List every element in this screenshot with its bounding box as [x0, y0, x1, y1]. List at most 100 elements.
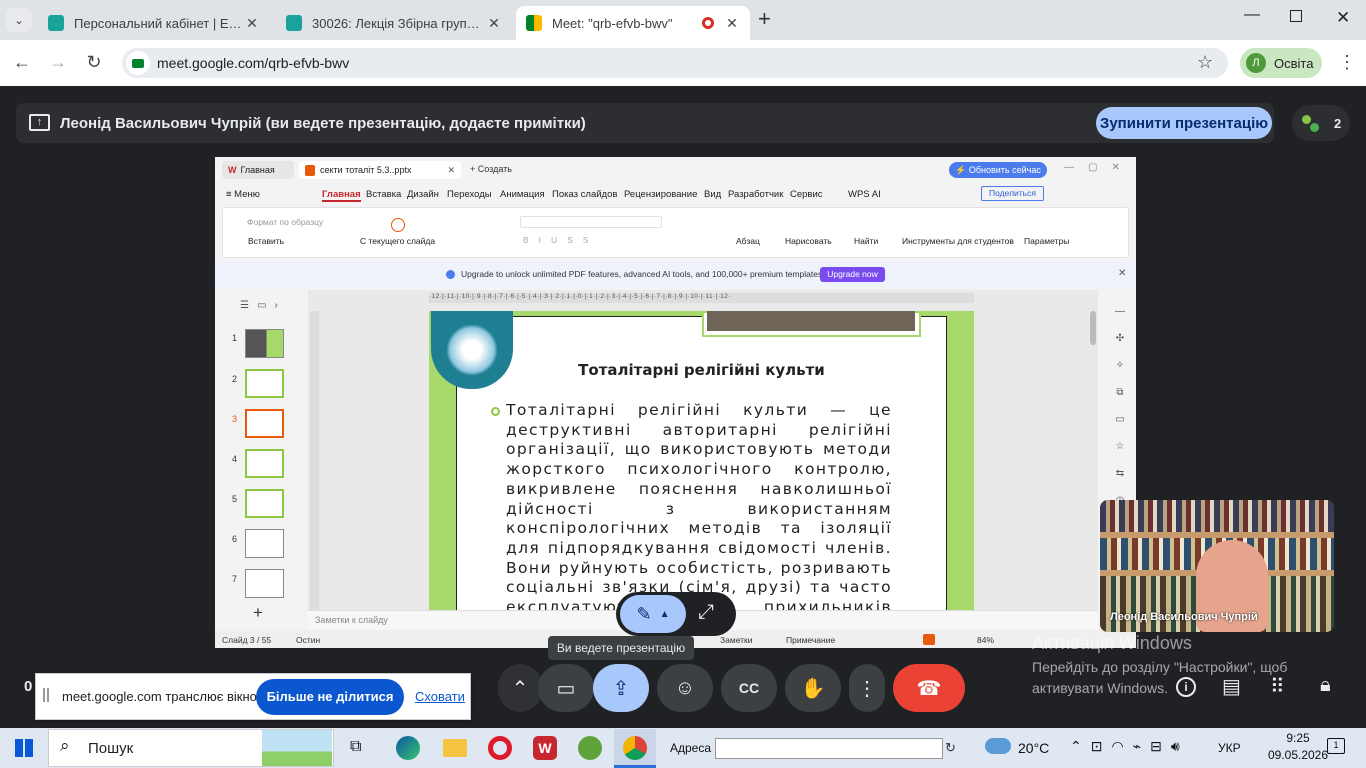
wps-taskbar-icon[interactable]: W [533, 736, 557, 760]
close-tab-icon[interactable]: ✕ [244, 15, 260, 32]
slide-thumbnail[interactable] [245, 489, 284, 518]
annotate-button[interactable]: ✎ ▲ [620, 595, 686, 633]
menu-design[interactable]: Дизайн [407, 189, 439, 200]
edge-icon[interactable] [396, 736, 420, 760]
close-upgrade-icon[interactable]: ✕ [1118, 268, 1126, 279]
wps-doc-tab[interactable]: секти тоталіт 5.3..pptx ✕ [299, 161, 461, 179]
utorrent-icon[interactable] [578, 736, 602, 760]
menu-wps-ai[interactable]: WPS AI [848, 189, 881, 200]
paragraph-button[interactable]: Абзац [736, 236, 760, 246]
present-now-button[interactable]: ⇪ [593, 664, 649, 712]
tab-lecture[interactable]: 30026: Лекція Збірна група ДБ ✕ [276, 6, 512, 40]
profile-chip[interactable]: Л Освіта [1240, 48, 1322, 78]
wps-menu-button[interactable]: ≡ Меню [226, 189, 260, 200]
status-slide-counter: Слайд 3 / 55 [222, 635, 272, 645]
restore-icon[interactable] [1290, 10, 1302, 22]
menu-review[interactable]: Рецензирование [624, 189, 697, 200]
slideshow-play-icon[interactable] [923, 634, 935, 645]
input-language[interactable]: УКР [1218, 741, 1241, 755]
stop-sharing-button[interactable]: Більше не ділитися [256, 679, 404, 715]
back-icon[interactable]: ← [10, 52, 34, 73]
address-toolbar-input[interactable] [715, 738, 943, 759]
notes-placeholder: Заметки к слайду [315, 615, 388, 625]
slide-thumbnail[interactable] [245, 449, 284, 478]
canvas-scrollbar[interactable] [1090, 311, 1096, 345]
task-view-icon[interactable]: ⧉ [350, 738, 361, 756]
bookmark-star-icon[interactable]: ☆ [1197, 52, 1213, 73]
slide-thumbnail[interactable] [245, 369, 284, 398]
notifications-icon[interactable]: 1 [1327, 738, 1345, 754]
leave-call-button[interactable]: ☎ [893, 664, 965, 712]
menu-home[interactable]: Главная [322, 189, 361, 202]
status-notes-button[interactable]: Заметки [720, 635, 753, 645]
fullscreen-icon[interactable]: ⤢ [698, 601, 714, 624]
panel-view-icons[interactable]: ☰▭› [240, 300, 286, 311]
menu-animation[interactable]: Анимация [500, 189, 545, 200]
add-slide-button[interactable]: + [253, 603, 263, 623]
upgrade-icon [446, 270, 455, 279]
site-icon [286, 15, 302, 31]
url-text: meet.google.com/qrb-efvb-bwv [157, 55, 350, 71]
wps-update-button[interactable]: ⚡ Обновить сейчас [949, 162, 1047, 178]
tray-icons[interactable]: ⌃⊡◠⌁⊟🔊︎ [1070, 738, 1189, 755]
format-painter-button[interactable]: Формат по образцу [247, 217, 323, 227]
address-go-icon[interactable]: ↻ [945, 740, 956, 756]
slide-title: Тоталітарні релігійні культи [578, 361, 825, 379]
slide-thumbnail[interactable] [245, 329, 284, 358]
new-tab-button[interactable]: + [758, 6, 771, 32]
more-options-up-button[interactable]: ⌃ [498, 664, 542, 712]
participants-button[interactable]: 2 [1292, 105, 1350, 141]
close-tab-icon[interactable]: ✕ [486, 15, 502, 32]
close-window-icon[interactable]: ✕ [1336, 8, 1350, 28]
menu-insert[interactable]: Вставка [366, 189, 401, 200]
draw-button[interactable]: Нарисовать [785, 236, 832, 246]
ribbon [222, 207, 1129, 258]
more-options-button[interactable]: ⋮ [849, 664, 885, 712]
menu-service[interactable]: Сервис [790, 189, 823, 200]
raise-hand-button[interactable]: ✋ [785, 664, 841, 712]
stop-presenting-button[interactable]: Зупинити презентацію [1096, 107, 1272, 139]
from-current-slide-button[interactable]: С текущего слайда [360, 236, 435, 246]
emoji-button[interactable]: ☺ [657, 664, 713, 712]
menu-transitions[interactable]: Переходы [447, 189, 492, 200]
tab-cabinet[interactable]: Персональний кабінет | Е-нав ✕ [38, 6, 270, 40]
share-button[interactable]: Поделиться [981, 186, 1044, 201]
wps-home-tab[interactable]: W Главная [222, 161, 294, 179]
file-explorer-icon[interactable] [443, 739, 467, 757]
tab-meet[interactable]: Meet: "qrb-efvb-bwv" ✕ [516, 6, 750, 40]
search-icon: ⌕ [60, 736, 70, 755]
forward-icon[interactable]: → [46, 52, 70, 73]
meet-site-icon [126, 51, 150, 75]
wps-window-controls[interactable]: —▢✕ [1064, 162, 1134, 173]
slide-thumbnail[interactable] [245, 569, 284, 598]
opera-icon[interactable] [488, 736, 512, 760]
status-comment-button[interactable]: Примечание [786, 635, 835, 645]
close-tab-icon[interactable]: ✕ [724, 15, 740, 32]
slide-thumbnail[interactable] [245, 529, 284, 558]
browser-menu-icon[interactable]: ⋮ [1338, 52, 1356, 73]
clock-date[interactable]: 09.05.2026 [1265, 748, 1331, 762]
student-tools-button[interactable]: Инструменты для студентов [902, 236, 1014, 246]
slide-thumbnail-active[interactable] [245, 409, 284, 438]
menu-view[interactable]: Вид [704, 189, 721, 200]
hide-notification-link[interactable]: Сховати [415, 689, 465, 704]
clock-time[interactable]: 9:25 [1268, 731, 1328, 745]
minimize-icon[interactable]: — [1244, 6, 1260, 24]
wps-create-tab[interactable]: + Создать [470, 164, 512, 174]
close-doc-icon[interactable]: ✕ [447, 165, 455, 176]
paste-button[interactable]: Вставить [248, 236, 284, 246]
captions-button[interactable]: CC [721, 664, 777, 712]
drag-handle-icon[interactable] [43, 688, 49, 702]
menu-slideshow[interactable]: Показ слайдов [552, 189, 617, 200]
upgrade-now-button[interactable]: Upgrade now [820, 267, 885, 282]
slide-number: 7 [232, 574, 238, 584]
tab-search-button[interactable]: ⌄ [6, 8, 32, 32]
reload-icon[interactable]: ↻ [82, 52, 106, 73]
start-icon[interactable] [15, 739, 33, 757]
camera-button[interactable]: ▭ [538, 664, 594, 712]
parameters-button[interactable]: Параметры [1024, 236, 1069, 246]
play-icon [391, 218, 405, 232]
find-button[interactable]: Найти [854, 236, 878, 246]
menu-developer[interactable]: Разработчик [728, 189, 783, 200]
sidebar-tool-icons[interactable]: —✣✧⧉▭☆⇆◷ [1113, 298, 1127, 514]
